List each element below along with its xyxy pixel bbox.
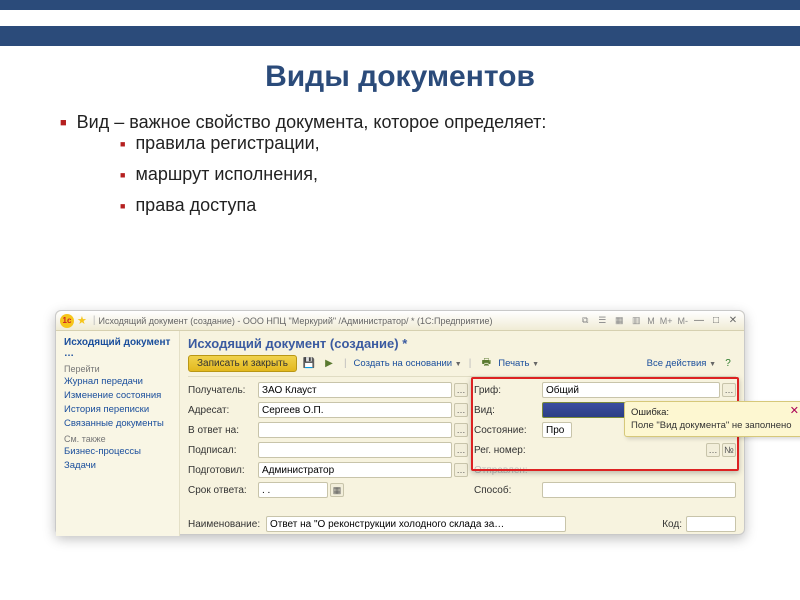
reply-picker[interactable]: … — [454, 423, 468, 437]
state-label: Состояние: — [474, 425, 542, 436]
save-icon[interactable]: 💾 — [301, 356, 317, 372]
titlebar-tool-2-icon[interactable]: ☰ — [595, 314, 609, 328]
signed-input[interactable] — [258, 442, 452, 458]
slide-banner — [0, 26, 800, 46]
print-link[interactable]: Печать ▼ — [498, 358, 539, 369]
sidebar-link-bp[interactable]: Бизнес-процессы — [64, 446, 171, 457]
print-icon[interactable]: 🖶 — [478, 356, 494, 372]
document-title: Исходящий документ (создание) * — [188, 336, 736, 351]
minimize-button[interactable]: — — [692, 314, 706, 328]
reply-label: В ответ на: — [188, 425, 258, 436]
bullet-sub-1: правила регистрации, — [120, 133, 740, 154]
sidebar-link-journal[interactable]: Журнал передачи — [64, 376, 171, 387]
slide-title: Виды документов — [0, 60, 800, 94]
prepared-input[interactable]: Администратор — [258, 462, 452, 478]
bullet-lead: Вид – важное свойство документа, которое… — [60, 112, 740, 133]
name-label: Наименование: — [188, 519, 266, 530]
sidebar: Исходящий документ … Перейти Журнал пере… — [56, 331, 180, 536]
deadline-calendar-icon[interactable]: ▦ — [330, 483, 344, 497]
zoom-m-minus[interactable]: M- — [677, 316, 690, 326]
window-title: Исходящий документ (создание) - ООО НПЦ … — [98, 316, 492, 326]
state-input[interactable]: Про — [542, 422, 572, 438]
save-and-close-button[interactable]: Записать и закрыть — [188, 355, 297, 372]
sidebar-seealso-label: См. также — [64, 434, 171, 444]
post-icon[interactable]: ▶ — [321, 356, 337, 372]
toolbar: Записать и закрыть 💾 ▶ | Создать на осно… — [188, 355, 736, 377]
tooltip-title: Ошибка: — [631, 407, 797, 418]
titlebar-calendar-icon[interactable]: ▥ — [629, 314, 643, 328]
tooltip-body: Поле "Вид документа" не заполнено — [631, 420, 797, 431]
bullet-sub-2: маршрут исполнения, — [120, 164, 740, 185]
vid-label: Вид: — [474, 405, 542, 416]
zoom-m-plus[interactable]: M+ — [659, 316, 674, 326]
favorite-icon[interactable]: ★ — [77, 314, 87, 327]
create-based-link[interactable]: Создать на основании ▼ — [354, 358, 462, 369]
name-input[interactable]: Ответ на "О реконструкции холодного скла… — [266, 516, 566, 532]
titlebar: 1c ★ | Исходящий документ (создание) - О… — [56, 311, 744, 331]
sent-label: Отправлен: — [474, 465, 542, 476]
sidebar-link-history[interactable]: История переписки — [64, 404, 171, 415]
grif-label: Гриф: — [474, 385, 542, 396]
deadline-label: Срок ответа: — [188, 485, 258, 496]
method-label: Способ: — [474, 485, 542, 496]
recipient-input[interactable]: ЗАО Клауст — [258, 382, 452, 398]
addressee-picker[interactable]: … — [454, 403, 468, 417]
slide-bullets: Вид – важное свойство документа, которое… — [60, 112, 740, 216]
titlebar-divider: | — [93, 315, 96, 326]
signed-label: Подписал: — [188, 445, 258, 456]
deadline-input[interactable]: . . — [258, 482, 328, 498]
grif-picker[interactable]: … — [722, 383, 736, 397]
prepared-label: Подготовил: — [188, 465, 258, 476]
zoom-m[interactable]: M — [646, 316, 656, 326]
slide-top-strip — [0, 0, 800, 10]
titlebar-calc-icon[interactable]: ▦ — [612, 314, 626, 328]
app-window: 1c ★ | Исходящий документ (создание) - О… — [55, 310, 745, 535]
grif-input[interactable]: Общий — [542, 382, 720, 398]
help-icon[interactable]: ? — [720, 356, 736, 372]
recipient-label: Получатель: — [188, 385, 258, 396]
logo-1c-icon: 1c — [60, 314, 74, 328]
regnum-assign-button[interactable]: № — [722, 443, 736, 457]
signed-picker[interactable]: … — [454, 443, 468, 457]
main-pane: Исходящий документ (создание) * Записать… — [180, 331, 744, 536]
addressee-label: Адресат: — [188, 405, 258, 416]
regnum-picker[interactable]: … — [706, 443, 720, 457]
all-actions-link[interactable]: Все действия ▼ — [647, 358, 716, 369]
sidebar-goto-label: Перейти — [64, 364, 171, 374]
regnum-label: Рег. номер: — [474, 445, 542, 456]
titlebar-tool-1-icon[interactable]: ⧉ — [578, 314, 592, 328]
tooltip-close-icon[interactable]: ✕ — [790, 404, 799, 417]
addressee-input[interactable]: Сергеев О.П. — [258, 402, 452, 418]
kod-input[interactable] — [686, 516, 736, 532]
recipient-picker[interactable]: … — [454, 383, 468, 397]
prepared-picker[interactable]: … — [454, 463, 468, 477]
form-left-column: Получатель: ЗАО Клауст … Адресат: Сергее… — [188, 381, 468, 501]
maximize-button[interactable]: □ — [709, 314, 723, 328]
sidebar-link-related[interactable]: Связанные документы — [64, 418, 171, 429]
reply-input[interactable] — [258, 422, 452, 438]
validation-tooltip: ✕ Ошибка: Поле "Вид документа" не заполн… — [624, 401, 800, 437]
sidebar-link-tasks[interactable]: Задачи — [64, 460, 171, 471]
form-right-column: Гриф: Общий … Вид: … Состояние: Про Р — [474, 381, 736, 501]
kod-label: Код: — [662, 519, 682, 530]
method-input[interactable] — [542, 482, 736, 498]
sidebar-heading: Исходящий документ … — [64, 337, 171, 359]
bullet-sub-3: права доступа — [120, 195, 740, 216]
close-button[interactable]: ✕ — [726, 314, 740, 328]
sidebar-link-state-change[interactable]: Изменение состояния — [64, 390, 171, 401]
footer-row: Наименование: Ответ на "О реконструкции … — [188, 516, 736, 532]
